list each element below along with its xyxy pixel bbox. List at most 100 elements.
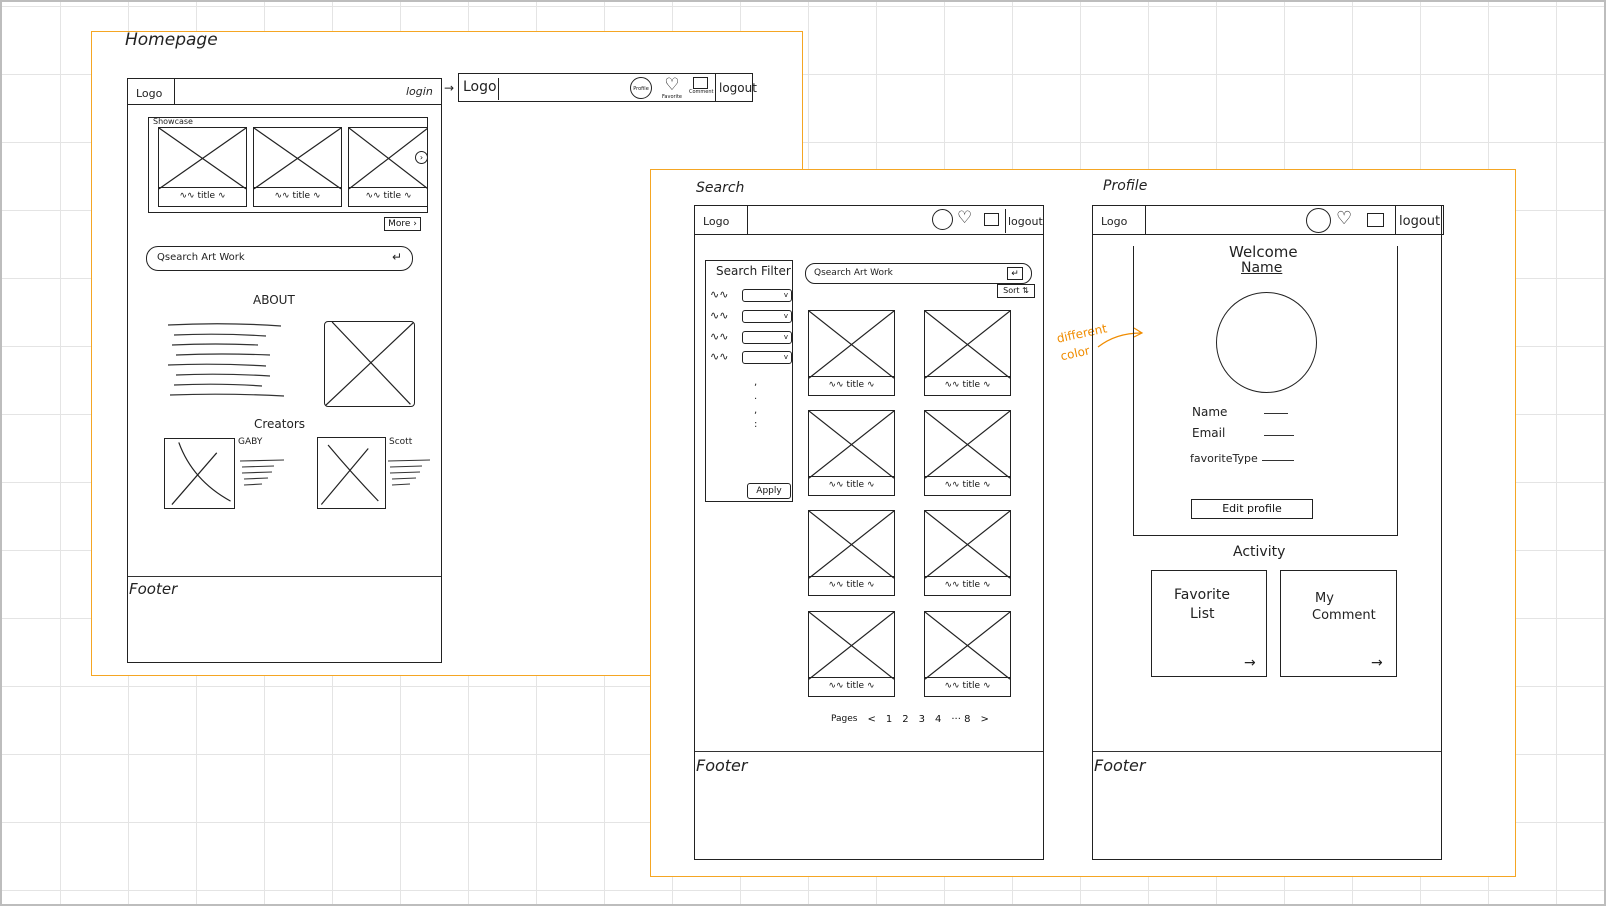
login-link[interactable]: login	[406, 85, 433, 98]
logout-link[interactable]: logout	[719, 81, 757, 95]
creator-avatar[interactable]	[317, 437, 386, 509]
search-input[interactable]: Qsearch Art Work ↵	[146, 246, 413, 271]
footer: Footer	[1094, 756, 1146, 775]
my-comment-card[interactable]: My Comment →	[1280, 570, 1397, 677]
prev-page-button[interactable]: <	[867, 714, 875, 725]
page-3[interactable]: 3	[919, 714, 925, 725]
card-title: ∿∿ title ∿	[809, 476, 894, 495]
favorite-type-field-value	[1262, 460, 1294, 461]
welcome-name: Name	[1241, 260, 1283, 276]
footer-divider	[1093, 751, 1441, 752]
showcase-carousel: Showcase ∿∿ title ∿ ∿∿ title ∿ ∿∿ title …	[148, 117, 428, 213]
card-title: ∿∿ title ∿	[159, 187, 246, 206]
profile-header: Logo ♡ logout	[1092, 205, 1444, 235]
result-card[interactable]: ∿∿ title ∿	[924, 611, 1011, 697]
result-card[interactable]: ∿∿ title ∿	[808, 410, 895, 496]
activity-title: Activity	[1233, 544, 1286, 560]
filter-title: Search Filter	[716, 264, 791, 278]
card-title: ∿∿ title ∿	[925, 376, 1010, 395]
homepage-header: Logo login	[127, 78, 442, 105]
result-card[interactable]: ∿∿ title ∿	[808, 510, 895, 596]
showcase-card[interactable]: ∿∿ title ∿	[348, 127, 428, 207]
carousel-next-icon[interactable]: ›	[415, 151, 428, 164]
comment-icon[interactable]: Comment	[689, 77, 714, 103]
filter-select[interactable]: v	[742, 351, 792, 364]
arrow-right-icon[interactable]: →	[1371, 655, 1383, 671]
page-last[interactable]: ··· 8	[951, 714, 970, 725]
filter-select[interactable]: v	[742, 310, 792, 323]
card-title: ∿∿ title ∿	[809, 376, 894, 395]
name-field-label: Name	[1192, 405, 1228, 419]
result-card[interactable]: ∿∿ title ∿	[924, 410, 1011, 496]
logo[interactable]: Logo	[463, 79, 497, 95]
creator-name: Scott	[389, 437, 413, 447]
profile-icon[interactable]	[932, 209, 953, 230]
about-title: ABOUT	[253, 293, 295, 307]
favorite-list-card[interactable]: Favorite List →	[1151, 570, 1267, 677]
card-title: ∿∿ title ∿	[349, 187, 428, 206]
page-4[interactable]: 4	[935, 714, 941, 725]
favorite-icon[interactable]: ♡	[957, 209, 972, 227]
email-field-label: Email	[1192, 426, 1226, 440]
pagination-label: Pages	[831, 714, 858, 724]
creator-avatar[interactable]	[164, 438, 235, 509]
about-text-lines	[167, 323, 285, 397]
more-button[interactable]: More ›	[384, 217, 421, 231]
comment-icon[interactable]	[984, 213, 999, 226]
favorite-type-field-label: favoriteType	[1190, 452, 1258, 465]
favorite-icon[interactable]: ♡ Favorite	[661, 76, 683, 102]
avatar	[1216, 292, 1317, 393]
email-field-value	[1264, 435, 1294, 436]
creators-title: Creators	[254, 417, 306, 431]
showcase-card[interactable]: ∿∿ title ∿	[158, 127, 247, 207]
filter-select[interactable]: v	[742, 331, 792, 344]
profile-page-label: Profile	[1103, 178, 1148, 194]
result-card[interactable]: ∿∿ title ∿	[924, 510, 1011, 596]
favorite-icon[interactable]: ♡	[1336, 209, 1352, 228]
name-field-value	[1264, 413, 1288, 414]
comment-icon[interactable]	[1367, 213, 1384, 227]
filter-select[interactable]: v	[742, 289, 792, 302]
arrow-right-icon[interactable]: →	[1244, 655, 1256, 671]
search-page-label: Search	[696, 180, 745, 196]
homepage-wireframe: Logo login Showcase ∿∿ title ∿ ∿∿ title …	[127, 78, 442, 663]
search-wireframe: Logo ♡ logout Search Filter ∿∿ v ∿∿ v ∿∿…	[694, 205, 1044, 860]
logo[interactable]: Logo	[1101, 215, 1127, 228]
card-title: ∿∿ title ∿	[254, 187, 341, 206]
showcase-card[interactable]: ∿∿ title ∿	[253, 127, 342, 207]
apply-button[interactable]: Apply	[747, 483, 791, 499]
card-title: ∿∿ title ∿	[809, 677, 894, 696]
result-card[interactable]: ∿∿ title ∿	[924, 310, 1011, 396]
page-1[interactable]: 1	[886, 714, 892, 725]
enter-icon[interactable]: ↵	[392, 250, 402, 264]
showcase-label: Showcase	[153, 117, 193, 126]
search-header: Logo ♡ logout	[694, 205, 1044, 235]
creator-name: GABY	[238, 437, 263, 447]
card-title: ∿∿ title ∿	[925, 677, 1010, 696]
pagination: Pages < 1 2 3 4 ··· 8 >	[831, 711, 1001, 727]
enter-icon[interactable]: ↵	[1007, 267, 1023, 280]
profile-icon[interactable]	[1306, 208, 1331, 233]
profile-icon[interactable]: Profile	[630, 77, 652, 99]
profile-card: Welcome Name Name Email favoriteType Edi…	[1133, 243, 1398, 536]
logout-link[interactable]: logout	[1008, 215, 1043, 228]
search-input[interactable]: Qsearch Art Work ↵	[805, 263, 1032, 284]
profile-wireframe: Logo ♡ logout Welcome Name Name Email fa…	[1092, 205, 1444, 860]
sort-button[interactable]: Sort ⇅	[997, 284, 1035, 298]
footer: Footer	[696, 756, 748, 775]
result-card[interactable]: ∿∿ title ∿	[808, 310, 895, 396]
logged-in-header: Logo Profile ♡ Favorite Comment logout	[458, 73, 757, 103]
edit-profile-button[interactable]: Edit profile	[1191, 499, 1313, 519]
homepage-label: Homepage	[125, 30, 218, 50]
footer-divider	[128, 576, 441, 577]
creator-bio-lines	[239, 459, 285, 486]
logo[interactable]: Logo	[703, 215, 729, 228]
card-title: ∿∿ title ∿	[925, 576, 1010, 595]
logo[interactable]: Logo	[136, 87, 162, 100]
search-filter-panel: Search Filter ∿∿ v ∿∿ v ∿∿ v ∿∿ v ,.,: A…	[705, 260, 793, 502]
logout-link[interactable]: logout	[1399, 214, 1440, 229]
page-2[interactable]: 2	[902, 714, 908, 725]
footer: Footer	[129, 580, 178, 598]
next-page-button[interactable]: >	[980, 714, 988, 725]
result-card[interactable]: ∿∿ title ∿	[808, 611, 895, 697]
